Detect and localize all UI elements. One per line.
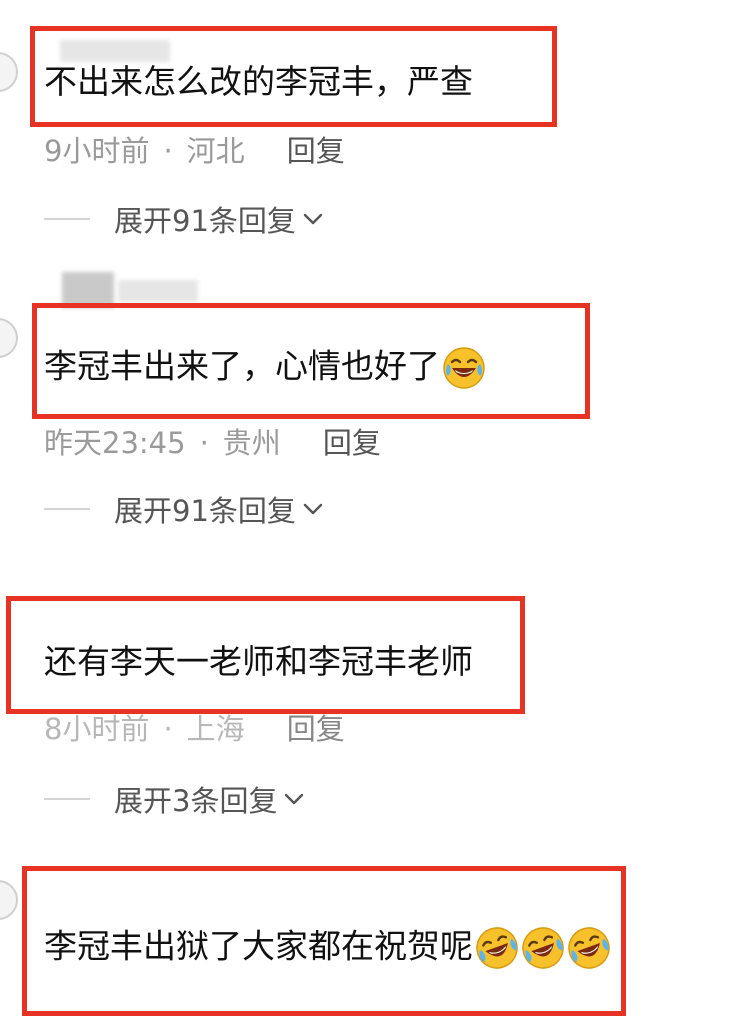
reply-button[interactable]: 回复 <box>287 128 345 170</box>
laughing-tears-emoji-icon <box>443 347 485 389</box>
reply-button[interactable]: 回复 <box>287 706 345 748</box>
divider-line <box>44 798 90 800</box>
comment-text-label: 李冠丰出狱了大家都在祝贺呢 <box>44 926 473 966</box>
avatar[interactable] <box>0 880 18 920</box>
expand-replies-label: 展开91条回复 <box>114 204 296 238</box>
comment-meta: 昨天23:45 · 贵州 回复 <box>44 420 381 462</box>
comment-time: 8小时前 <box>44 712 150 746</box>
divider-line <box>44 218 90 220</box>
comment-location: 上海 <box>186 712 245 746</box>
meta-separator: · <box>163 134 173 168</box>
username-blurred <box>118 280 198 302</box>
avatar[interactable] <box>0 318 18 358</box>
rofl-emoji-icon <box>476 927 518 969</box>
comment-text-label: 李冠丰出来了，心情也好了 <box>44 346 440 386</box>
expand-replies-button[interactable]: 展开91条回复 <box>44 488 324 530</box>
comment-location: 河北 <box>186 134 245 168</box>
expand-replies-button[interactable]: 展开3条回复 <box>44 778 305 820</box>
comment-text: 还有李天一老师和李冠丰老师 <box>44 642 473 681</box>
comment-time: 昨天23:45 <box>44 426 186 460</box>
meta-separator: · <box>199 426 209 460</box>
comment-text: 不出来怎么改的李冠丰，严查 <box>44 62 473 101</box>
rofl-emoji-icon <box>568 927 610 969</box>
comment-text: 李冠丰出狱了大家都在祝贺呢 <box>44 926 611 970</box>
expand-replies-label: 展开91条回复 <box>114 494 296 528</box>
comment-meta: 8小时前 · 上海 回复 <box>44 706 345 748</box>
avatar[interactable] <box>0 52 18 92</box>
chevron-down-icon <box>303 213 323 225</box>
divider-line <box>44 508 90 510</box>
expand-replies-label: 展开3条回复 <box>114 784 278 818</box>
comment-meta: 9小时前 · 河北 回复 <box>44 128 345 170</box>
reply-button[interactable]: 回复 <box>323 420 381 462</box>
comment-text: 李冠丰出来了，心情也好了 <box>44 346 486 390</box>
rofl-emoji-icon <box>522 927 564 969</box>
comment-location: 贵州 <box>222 426 281 460</box>
comment-time: 9小时前 <box>44 134 150 168</box>
chevron-down-icon <box>285 793 304 805</box>
chevron-down-icon <box>303 503 323 515</box>
expand-replies-button[interactable]: 展开91条回复 <box>44 198 324 240</box>
meta-separator: · <box>163 712 173 746</box>
